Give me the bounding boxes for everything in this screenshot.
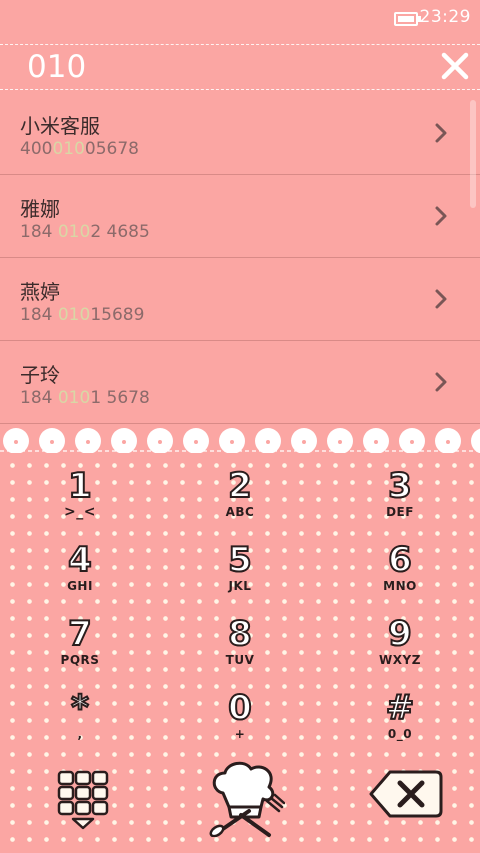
key-1[interactable]: 1 >_< [0,457,160,531]
scrollbar[interactable] [470,100,476,208]
result-item[interactable]: 子玲 184 0101 5678 [0,341,480,424]
key-letters: JKL [228,579,252,593]
number-match: 010 [52,139,85,159]
key-5[interactable]: 5 JKL [160,531,320,605]
contact-number: 184 0101 5678 [20,388,150,408]
result-item[interactable]: 雅娜 184 0102 4685 [0,175,480,258]
key-digit: 7 [67,614,93,654]
key-6[interactable]: 6 MNO [320,531,480,605]
key-digit: 3 [387,466,413,506]
chef-hat-call-icon[interactable] [205,759,285,837]
key-letters: GHI [67,579,93,593]
number-match: 010 [57,305,91,325]
dial-input[interactable]: 010 [27,49,86,85]
contact-name: 雅娜 [20,197,60,221]
key-letters: 0_0 [387,727,413,741]
key-digit: 1 [67,466,93,506]
key-4[interactable]: 4 GHI [0,531,160,605]
key-2[interactable]: 2 ABC [160,457,320,531]
key-digit: 9 [387,614,413,654]
key-digit: # [385,688,416,728]
results-list: 小米客服 40001005678 雅娜 184 0102 4685 燕婷 184… [0,92,480,425]
chevron-right-icon[interactable] [434,371,448,393]
key-digit: 0 [227,688,253,728]
status-time: 23:29 [419,7,471,27]
contact-number: 184 0102 4685 [20,222,150,242]
close-icon[interactable] [440,51,470,81]
result-item[interactable]: 小米客服 40001005678 [0,92,480,175]
key-letters: , [77,727,83,741]
backspace-icon[interactable] [368,769,444,819]
key-letters: TUV [225,653,255,667]
contact-name: 小米客服 [20,114,100,138]
key-letters: + [234,727,246,741]
key-3[interactable]: 3 DEF [320,457,480,531]
key-digit: 5 [227,540,253,580]
dial-keypad: 1 >_< 2 ABC 3 DEF 4 GHI 5 JKL 6 MNO 7 PQ… [0,453,480,853]
key-digit: 4 [67,540,93,580]
chevron-right-icon[interactable] [434,205,448,227]
contact-number: 184 01015689 [20,305,145,325]
battery-icon [394,12,421,26]
key-digit: * [70,688,90,728]
contact-name: 子玲 [20,363,60,387]
key-digit: 6 [387,540,413,580]
number-match: 010 [57,388,91,408]
key-star[interactable]: * , [0,679,160,753]
key-digit: 8 [227,614,253,654]
key-letters: >_< [64,504,96,520]
result-item[interactable]: 燕婷 184 01015689 [0,258,480,341]
key-0[interactable]: 0 + [160,679,320,753]
number-match: 010 [57,222,91,242]
key-letters: MNO [383,579,417,593]
chevron-right-icon[interactable] [434,122,448,144]
key-9[interactable]: 9 WXYZ [320,605,480,679]
key-7[interactable]: 7 PQRS [0,605,160,679]
key-letters: DEF [386,505,414,519]
key-8[interactable]: 8 TUV [160,605,320,679]
chevron-right-icon[interactable] [434,288,448,310]
contact-name: 燕婷 [20,280,60,304]
key-letters: ABC [225,505,255,519]
lace-divider [0,428,480,455]
contact-number: 40001005678 [20,139,139,159]
keypad-grid-icon[interactable] [56,769,112,831]
key-letters: PQRS [60,653,100,667]
key-digit: 2 [227,466,253,506]
dial-input-row: 010 [0,44,480,90]
key-hash[interactable]: # 0_0 [320,679,480,753]
status-bar: 23:29 [0,0,480,36]
key-letters: WXYZ [379,653,421,667]
